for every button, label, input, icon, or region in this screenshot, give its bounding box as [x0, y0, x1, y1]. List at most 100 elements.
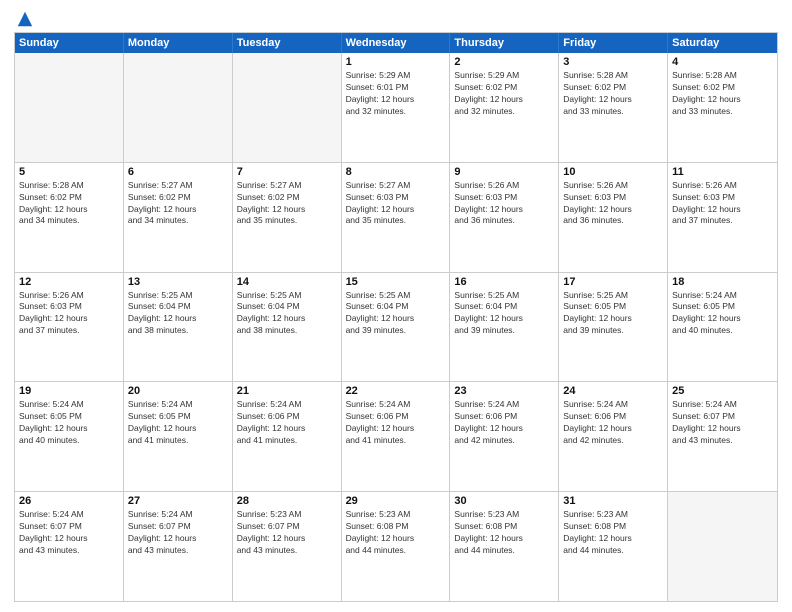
calendar-body: 1Sunrise: 5:29 AMSunset: 6:01 PMDaylight… [15, 53, 777, 601]
logo [14, 10, 34, 28]
day-number: 24 [563, 385, 663, 397]
cell-text: Sunrise: 5:28 AMSunset: 6:02 PMDaylight:… [672, 70, 773, 118]
cell-text: Sunrise: 5:27 AMSunset: 6:02 PMDaylight:… [128, 180, 228, 228]
day-number: 7 [237, 166, 337, 178]
cal-cell: 8 Sunrise: 5:27 AMSunset: 6:03 PMDaylight… [342, 163, 451, 272]
cell-text: Sunrise: 5:26 AMSunset: 6:03 PMDaylight:… [672, 180, 773, 228]
cal-header-cell: Tuesday [233, 33, 342, 53]
calendar: SundayMondayTuesdayWednesdayThursdayFrid… [14, 32, 778, 602]
cal-cell: 12 Sunrise: 5:26 AMSunset: 6:03 PMDayligh… [15, 273, 124, 382]
cal-header-cell: Thursday [450, 33, 559, 53]
cell-text: Sunrise: 5:25 AMSunset: 6:04 PMDaylight:… [237, 290, 337, 338]
day-number: 11 [672, 166, 773, 178]
cell-text: Sunrise: 5:25 AMSunset: 6:05 PMDaylight:… [563, 290, 663, 338]
cal-row: 19 Sunrise: 5:24 AMSunset: 6:05 PMDayligh… [15, 381, 777, 491]
cell-text: Sunrise: 5:24 AMSunset: 6:06 PMDaylight:… [237, 399, 337, 447]
cal-cell: 20 Sunrise: 5:24 AMSunset: 6:05 PMDayligh… [124, 382, 233, 491]
cal-cell: 2 Sunrise: 5:29 AMSunset: 6:02 PMDaylight… [450, 53, 559, 162]
day-number: 29 [346, 495, 446, 507]
cal-cell: 30 Sunrise: 5:23 AMSunset: 6:08 PMDayligh… [450, 492, 559, 601]
cell-text: Sunrise: 5:23 AMSunset: 6:08 PMDaylight:… [563, 509, 663, 557]
cal-cell: 27 Sunrise: 5:24 AMSunset: 6:07 PMDayligh… [124, 492, 233, 601]
cal-cell: 5Sunrise: 5:28 AMSunset: 6:02 PMDaylight… [15, 163, 124, 272]
day-number: 31 [563, 495, 663, 507]
header [14, 10, 778, 28]
cal-cell: 16 Sunrise: 5:25 AMSunset: 6:04 PMDayligh… [450, 273, 559, 382]
cal-cell: 15 Sunrise: 5:25 AMSunset: 6:04 PMDayligh… [342, 273, 451, 382]
day-number: 28 [237, 495, 337, 507]
day-number: 17 [563, 276, 663, 288]
cell-text: Sunrise: 5:24 AMSunset: 6:06 PMDaylight:… [346, 399, 446, 447]
cal-cell: 19 Sunrise: 5:24 AMSunset: 6:05 PMDayligh… [15, 382, 124, 491]
day-number: 4 [672, 56, 773, 68]
cell-text: Sunrise: 5:26 AMSunset: 6:03 PMDaylight:… [19, 290, 119, 338]
cal-cell [124, 53, 233, 162]
cell-text: Sunrise: 5:24 AMSunset: 6:07 PMDaylight:… [128, 509, 228, 557]
cal-header-cell: Saturday [668, 33, 777, 53]
cell-text: Sunrise: 5:26 AMSunset: 6:03 PMDaylight:… [454, 180, 554, 228]
day-number: 18 [672, 276, 773, 288]
cell-text: Sunrise: 5:24 AMSunset: 6:05 PMDaylight:… [672, 290, 773, 338]
cal-cell: 22Sunrise: 5:24 AMSunset: 6:06 PMDayligh… [342, 382, 451, 491]
cal-cell: 29 Sunrise: 5:23 AMSunset: 6:08 PMDayligh… [342, 492, 451, 601]
page: SundayMondayTuesdayWednesdayThursdayFrid… [0, 0, 792, 612]
cal-cell: 24 Sunrise: 5:24 AMSunset: 6:06 PMDayligh… [559, 382, 668, 491]
day-number: 21 [237, 385, 337, 397]
day-number: 19 [19, 385, 119, 397]
cell-text: Sunrise: 5:24 AMSunset: 6:07 PMDaylight:… [672, 399, 773, 447]
cell-text: Sunrise: 5:28 AMSunset: 6:02 PMDaylight:… [563, 70, 663, 118]
day-number: 16 [454, 276, 554, 288]
cell-text: Sunrise: 5:27 AMSunset: 6:02 PMDaylight:… [237, 180, 337, 228]
cal-row: 5Sunrise: 5:28 AMSunset: 6:02 PMDaylight… [15, 162, 777, 272]
day-number: 15 [346, 276, 446, 288]
cal-cell: 4 Sunrise: 5:28 AMSunset: 6:02 PMDaylight… [668, 53, 777, 162]
cal-row: 26Sunrise: 5:24 AMSunset: 6:07 PMDayligh… [15, 491, 777, 601]
cal-header-cell: Friday [559, 33, 668, 53]
cell-text: Sunrise: 5:24 AMSunset: 6:07 PMDaylight:… [19, 509, 119, 557]
cal-cell [668, 492, 777, 601]
cal-cell: 6 Sunrise: 5:27 AMSunset: 6:02 PMDaylight… [124, 163, 233, 272]
day-number: 25 [672, 385, 773, 397]
cell-text: Sunrise: 5:23 AMSunset: 6:08 PMDaylight:… [454, 509, 554, 557]
cal-cell: 11 Sunrise: 5:26 AMSunset: 6:03 PMDayligh… [668, 163, 777, 272]
day-number: 27 [128, 495, 228, 507]
day-number: 8 [346, 166, 446, 178]
cell-text: Sunrise: 5:24 AMSunset: 6:06 PMDaylight:… [563, 399, 663, 447]
cal-cell: 7 Sunrise: 5:27 AMSunset: 6:02 PMDaylight… [233, 163, 342, 272]
day-number: 6 [128, 166, 228, 178]
cell-text: Sunrise: 5:23 AMSunset: 6:07 PMDaylight:… [237, 509, 337, 557]
cell-text: Sunrise: 5:24 AMSunset: 6:05 PMDaylight:… [128, 399, 228, 447]
cell-text: Sunrise: 5:26 AMSunset: 6:03 PMDaylight:… [563, 180, 663, 228]
cell-text: Sunrise: 5:25 AMSunset: 6:04 PMDaylight:… [128, 290, 228, 338]
day-number: 23 [454, 385, 554, 397]
day-number: 13 [128, 276, 228, 288]
cell-text: Sunrise: 5:24 AMSunset: 6:06 PMDaylight:… [454, 399, 554, 447]
cal-row: 12 Sunrise: 5:26 AMSunset: 6:03 PMDayligh… [15, 272, 777, 382]
cal-cell: 25 Sunrise: 5:24 AMSunset: 6:07 PMDayligh… [668, 382, 777, 491]
cal-cell: 13 Sunrise: 5:25 AMSunset: 6:04 PMDayligh… [124, 273, 233, 382]
cal-cell: 21 Sunrise: 5:24 AMSunset: 6:06 PMDayligh… [233, 382, 342, 491]
day-number: 12 [19, 276, 119, 288]
cell-text: Sunrise: 5:24 AMSunset: 6:05 PMDaylight:… [19, 399, 119, 447]
cal-cell [233, 53, 342, 162]
cal-cell: 3 Sunrise: 5:28 AMSunset: 6:02 PMDaylight… [559, 53, 668, 162]
day-number: 10 [563, 166, 663, 178]
cal-cell: 14Sunrise: 5:25 AMSunset: 6:04 PMDayligh… [233, 273, 342, 382]
day-number: 2 [454, 56, 554, 68]
cell-text: Sunrise: 5:25 AMSunset: 6:04 PMDaylight:… [454, 290, 554, 338]
cal-row: 1Sunrise: 5:29 AMSunset: 6:01 PMDaylight… [15, 53, 777, 162]
cal-cell: 28 Sunrise: 5:23 AMSunset: 6:07 PMDayligh… [233, 492, 342, 601]
cal-cell: 23 Sunrise: 5:24 AMSunset: 6:06 PMDayligh… [450, 382, 559, 491]
cell-text: Sunrise: 5:25 AMSunset: 6:04 PMDaylight:… [346, 290, 446, 338]
cal-cell: 9Sunrise: 5:26 AMSunset: 6:03 PMDaylight… [450, 163, 559, 272]
cal-cell: 31 Sunrise: 5:23 AMSunset: 6:08 PMDayligh… [559, 492, 668, 601]
day-number: 30 [454, 495, 554, 507]
day-number: 3 [563, 56, 663, 68]
day-number: 20 [128, 385, 228, 397]
cal-cell: 17 Sunrise: 5:25 AMSunset: 6:05 PMDayligh… [559, 273, 668, 382]
calendar-header: SundayMondayTuesdayWednesdayThursdayFrid… [15, 33, 777, 53]
cell-text: Sunrise: 5:27 AMSunset: 6:03 PMDaylight:… [346, 180, 446, 228]
cell-text: Sunrise: 5:29 AMSunset: 6:02 PMDaylight:… [454, 70, 554, 118]
cell-text: Sunrise: 5:23 AMSunset: 6:08 PMDaylight:… [346, 509, 446, 557]
cal-header-cell: Monday [124, 33, 233, 53]
